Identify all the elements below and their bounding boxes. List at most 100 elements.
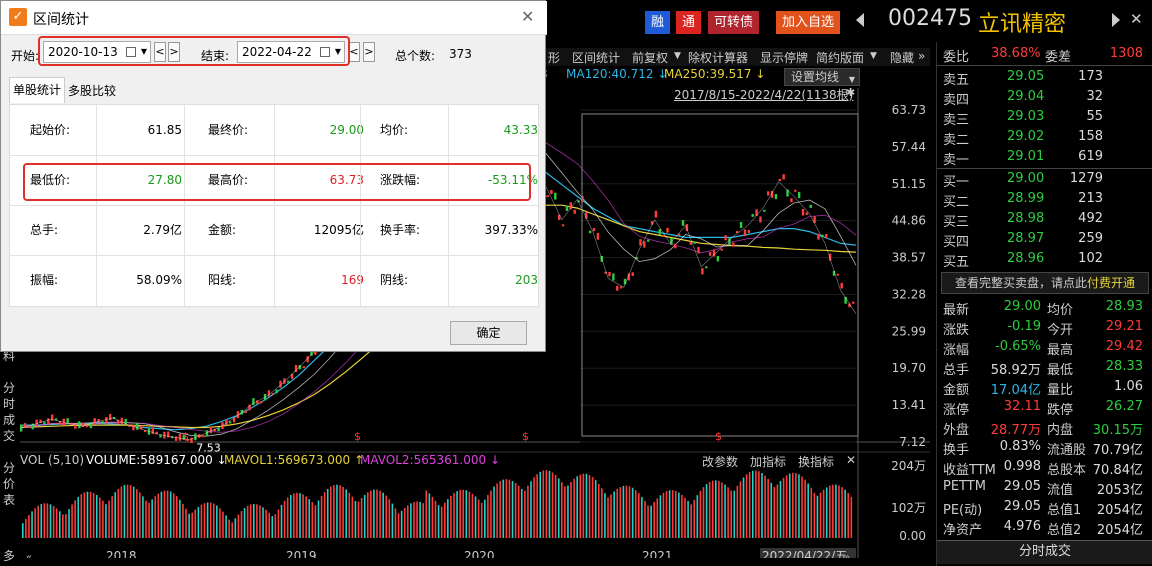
convertible-bond-button[interactable]: 可转债 [708, 11, 760, 34]
close-icon[interactable]: ✕ [1130, 10, 1143, 28]
y-tick-label: 38.57 [892, 251, 926, 265]
volume-bar [619, 487, 622, 538]
volume-bar [850, 496, 853, 538]
volume-bar [163, 490, 166, 538]
volume-bar [828, 485, 831, 538]
full-orderbook-promo[interactable]: 查看完整买卖盘，请点此付费开通 [941, 272, 1149, 294]
toolbar-item-ex-rights-calc[interactable]: 除权计算器 [688, 49, 748, 66]
level-price[interactable]: 29.00 [1007, 171, 1044, 186]
next-stock-icon[interactable] [1112, 13, 1120, 27]
chevron-down-icon[interactable]: ▼ [870, 51, 877, 61]
level-price[interactable]: 29.01 [1007, 149, 1044, 164]
x-tick-label: 2021 [642, 549, 673, 558]
candle [565, 205, 569, 211]
prev-stock-icon[interactable] [856, 13, 864, 27]
level-volume: 1279 [1069, 171, 1103, 186]
volume-bar [579, 474, 582, 538]
volume-bar [653, 501, 655, 538]
chevron-double-right-icon[interactable]: » [918, 49, 925, 63]
level-volume: 173 [1078, 69, 1103, 84]
volume-bar [265, 509, 267, 538]
toolbar-item-show-suspend[interactable]: 显示停牌 [760, 49, 808, 66]
level-price[interactable]: 29.03 [1007, 109, 1044, 124]
volume-bar [527, 485, 529, 538]
volume-bar [102, 500, 104, 538]
stat-label: 涨跌 [943, 323, 970, 338]
volume-bar [351, 496, 354, 538]
volume-bar [770, 482, 773, 538]
volume-bar [696, 495, 699, 538]
stat-label: 换手 [943, 443, 970, 458]
tab-time-trades[interactable]: 分时成交 [3, 380, 17, 444]
tab-time-trades-bottom[interactable]: 分时成交 [937, 540, 1152, 564]
candle [739, 221, 743, 228]
volume-bar [271, 516, 274, 538]
tab-multi-stock[interactable]: 多股比较 [65, 79, 119, 105]
finance-button[interactable]: 融 [645, 11, 671, 34]
level-volume: 213 [1078, 191, 1103, 206]
chevron-down-icon[interactable]: ▼ [674, 51, 681, 61]
candle [132, 425, 135, 431]
end-next-button[interactable]: > [363, 42, 375, 62]
volume-bar [561, 482, 563, 538]
toolbar-item-shape[interactable]: 形 [548, 49, 560, 66]
volume-bar [326, 488, 329, 538]
edit-params-button[interactable]: 改参数 [702, 453, 738, 470]
volume-bar [246, 505, 249, 538]
close-icon[interactable]: ✕ [521, 7, 534, 26]
stat-cell-value: 169 [341, 273, 364, 287]
x-tick-label: 2022/04/22/五 [762, 549, 847, 558]
candle [78, 421, 81, 429]
volume-bar [631, 487, 634, 538]
toolbar-item-forward-adjust[interactable]: 前复权 [632, 49, 668, 66]
tab-price-table[interactable]: 分价表 [3, 460, 17, 508]
volume-bar [490, 490, 492, 538]
candle [658, 229, 662, 235]
left-side-tabs: 料 分时成交 分价表 多 [0, 340, 20, 566]
volume-bar [176, 496, 178, 538]
scroll-left-icon[interactable]: « [26, 552, 32, 558]
y-tick-label: 44.86 [892, 214, 926, 228]
volume-bar [394, 508, 397, 538]
volume-bar [801, 476, 803, 538]
toolbar-item-hide[interactable]: 隐藏 [890, 49, 914, 66]
event-marker-icon[interactable]: $ [354, 430, 361, 443]
switch-indicator-button[interactable]: 换指标 [798, 453, 834, 470]
level-price[interactable]: 29.05 [1007, 69, 1044, 84]
stat-cell-value: 29.00 [329, 123, 364, 137]
start-label: 开始: [11, 49, 40, 63]
volume-bar [25, 519, 27, 538]
volume-bar [462, 489, 465, 538]
candle [194, 433, 197, 441]
volume-bar [443, 502, 446, 538]
stat-cell-label: 起始价: [30, 123, 71, 137]
toolbar-item-simple-layout[interactable]: 简约版面 [816, 49, 864, 66]
tab-single-stock[interactable]: 单股统计 [9, 77, 66, 103]
event-marker-icon[interactable]: $ [182, 430, 189, 443]
level-price[interactable]: 28.98 [1007, 211, 1044, 226]
ok-button[interactable]: 确定 [450, 321, 527, 345]
level-price[interactable]: 29.04 [1007, 89, 1044, 104]
add-indicator-button[interactable]: 加指标 [750, 453, 786, 470]
vol-tick-label: 204万 [891, 459, 926, 473]
close-icon[interactable]: ✕ [846, 453, 856, 467]
level-price[interactable]: 28.97 [1007, 231, 1044, 246]
tab-more[interactable]: 多 [3, 548, 17, 564]
toolbar-item-range-stats[interactable]: 区间统计 [572, 49, 620, 66]
volume-bar [613, 491, 615, 538]
set-ma-button[interactable]: 设置均线 ▼ [784, 68, 860, 86]
event-marker-icon[interactable]: $ [715, 430, 722, 443]
volume-bar [243, 508, 246, 538]
tong-button[interactable]: 通 [676, 11, 702, 34]
promo-link[interactable]: 付费开通 [1087, 276, 1135, 290]
level-price[interactable]: 29.02 [1007, 129, 1044, 144]
add-to-watchlist-button[interactable]: 加入自选 [776, 11, 841, 34]
volume-bar [92, 493, 95, 538]
scroll-right-icon[interactable]: » [844, 552, 850, 558]
dialog-titlebar[interactable]: ✓ 区间统计 ✕ [1, 1, 547, 35]
volume-bar [185, 508, 187, 538]
volume-bar [594, 480, 597, 538]
event-marker-icon[interactable]: $ [522, 430, 529, 443]
level-price[interactable]: 28.96 [1007, 251, 1044, 266]
level-price[interactable]: 28.99 [1007, 191, 1044, 206]
